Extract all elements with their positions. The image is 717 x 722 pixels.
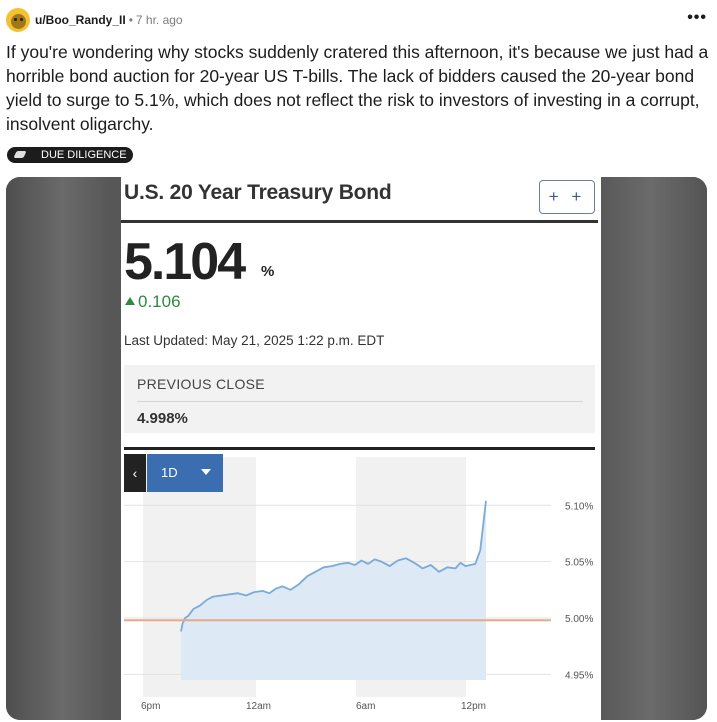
x-tick-label: 6pm (141, 701, 160, 712)
x-tick-label: 12am (246, 701, 271, 712)
flair-label: DUE DILIGENCE (41, 149, 127, 161)
y-tick-label: 5.00% (565, 614, 593, 625)
x-tick-label: 12pm (461, 701, 486, 712)
yield-unit: % (261, 263, 275, 280)
range-dropdown[interactable]: 1D (147, 454, 223, 492)
y-tick-label: 4.95% (565, 670, 593, 681)
chevron-down-icon (201, 469, 211, 475)
post-body-text: If you're wondering why stocks suddenly … (6, 42, 709, 134)
post-meta: u/Boo_Randy_II • 7 hr. ago (35, 13, 183, 27)
y-tick-label: 5.10% (565, 501, 593, 512)
add-to-watchlist-button[interactable]: + + (539, 180, 595, 214)
range-label: 1D (161, 465, 178, 480)
post-image[interactable]: U.S. 20 Year Treasury Bond + + 5.104 % 0… (6, 177, 707, 720)
more-options-button[interactable]: ••• (687, 9, 707, 27)
chart-prev-button[interactable]: ‹ (124, 454, 146, 492)
bond-quote-card: U.S. 20 Year Treasury Bond + + 5.104 % 0… (121, 177, 601, 720)
previous-close-divider (137, 401, 583, 402)
previous-close-label: PREVIOUS CLOSE (137, 376, 265, 392)
flair-badge[interactable]: DUE DILIGENCE (7, 147, 133, 163)
y-tick-label: 5.05% (565, 558, 593, 569)
post-header: u/Boo_Randy_II • 7 hr. ago ••• (6, 8, 711, 34)
yield-change-value: 0.106 (138, 292, 181, 311)
up-arrow-icon (125, 297, 135, 305)
previous-close-value: 4.998% (137, 410, 188, 427)
username-link[interactable]: u/Boo_Randy_II (35, 13, 126, 27)
yield-change: 0.106 (125, 292, 181, 312)
yield-value: 5.104 (124, 233, 246, 291)
previous-close-box: PREVIOUS CLOSE 4.998% (124, 365, 595, 433)
post-time: 7 hr. ago (135, 13, 183, 27)
bond-title: U.S. 20 Year Treasury Bond (124, 181, 392, 204)
last-updated: Last Updated: May 21, 2025 1:22 p.m. EDT (124, 333, 385, 348)
title-divider (121, 220, 598, 223)
avatar-image (11, 14, 26, 29)
flair-icon (13, 150, 29, 160)
avatar[interactable] (6, 8, 30, 32)
x-tick-label: 6am (356, 701, 375, 712)
meta-separator: • (128, 13, 133, 27)
